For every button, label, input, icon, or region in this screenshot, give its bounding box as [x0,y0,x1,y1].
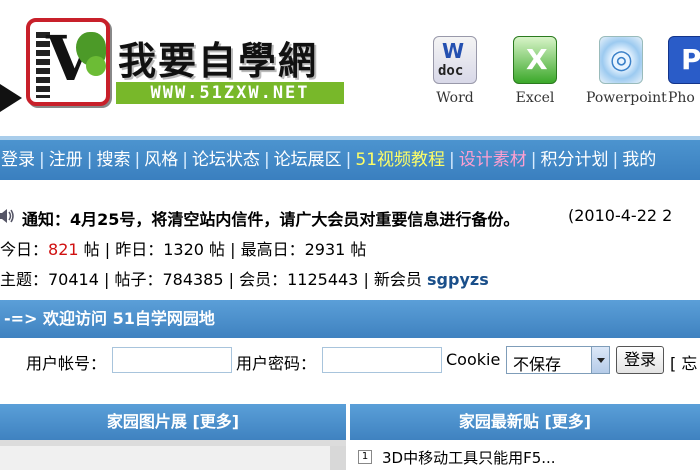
scrollbar[interactable] [330,446,346,470]
stats-today-value: 821 [48,240,79,259]
excel-icon [513,36,557,84]
nav-forum-showcase[interactable]: 论坛展区 [273,140,343,180]
nav-forum-status[interactable]: 论坛状态 [191,140,261,180]
post-title-link[interactable]: 3D中移动工具只能用F5... [382,447,556,468]
nav-register[interactable]: 注册 [48,140,84,180]
app-label-word: Word [436,90,474,106]
nav-search[interactable]: 搜索 [95,140,131,180]
nav-login[interactable]: 登录 [0,140,36,180]
site-url: WWW.51ZXW.NET [116,82,344,104]
site-header: V 我要自學網 WWW.51ZXW.NET Word Excel Powerpo… [0,0,700,136]
nav-style[interactable]: 风格 [143,140,179,180]
notice-bar: 通知：4月25号，将清空站内信件，请广大会员对重要信息进行备份。 (2010-4… [0,204,700,230]
nav-separator: | [449,150,455,170]
powerpoint-icon [599,36,643,84]
stats-totals-line: 主题：70414 | 帖子：784385 | 会员：1125443 | 新会员 … [0,266,489,290]
stats-totals-text: 主题：70414 | 帖子：784385 | 会员：1125443 | 新会员 [0,270,428,289]
app-link-word[interactable]: Word [420,36,490,106]
welcome-bar: -=> 欢迎访问 51自学网园地 [0,300,700,338]
nav-separator: | [345,150,352,170]
password-input[interactable] [322,347,442,373]
main-nav: 登录 | 注册 | 搜索 | 风格 | 论坛状态 | 论坛展区 | 51视频教程 | 设计素材 | 积分计划 | 我… [0,136,700,180]
app-link-powerpoint[interactable]: Powerpoint [586,36,667,106]
stats-today-label: 今日： [0,240,49,259]
login-button[interactable]: 登录 [616,346,664,374]
nav-points-plan[interactable]: 积分计划 [540,140,610,180]
chevron-down-icon[interactable] [591,347,609,373]
photo-gallery-header[interactable]: 家园图片展 [更多] [0,404,346,440]
site-title: 我要自學網 [118,39,319,83]
nav-separator: | [134,150,141,170]
account-label: 用户帐号： [26,354,107,373]
site-logo[interactable]: V 我要自學網 WWW.51ZXW.NET [0,18,360,118]
app-label-powerpoint: Powerpoint [586,90,667,106]
login-form: 用户帐号： 用户密码： Cookie 不保存 登录 [ 忘 [0,338,700,382]
nav-separator: | [263,150,270,170]
nav-separator: | [612,150,619,170]
list-item[interactable]: 1 3D中移动工具只能用F5... [350,446,700,470]
app-label-excel: Excel [515,90,555,106]
nav-design-materials[interactable]: 设计素材 [458,140,528,180]
word-doc-icon [433,36,477,84]
photo-gallery-panel [0,440,346,470]
speaker-icon [0,209,14,223]
nav-separator: | [39,150,45,170]
nav-separator: | [530,150,537,170]
nav-separator: | [86,150,93,170]
cookie-label: Cookie [446,350,501,369]
post-index-badge: 1 [358,450,372,464]
photoshop-icon [668,36,700,84]
notice-date: (2010-4-22 2 [568,206,673,225]
notice-text[interactable]: 通知：4月25号，将清空站内信件，请广大会员对重要信息进行备份。 [22,206,519,230]
password-label: 用户密码： [236,354,317,373]
logo-badge-icon: V [26,18,110,106]
app-link-excel[interactable]: Excel [500,36,570,106]
nav-separator: | [182,150,188,170]
stats-today-line: 今日：821 帖 | 昨日：1320 帖 | 最高日：2931 帖 [0,236,366,260]
app-label-photoshop: Pho [668,90,695,106]
stats-today-rest: 帖 | 昨日：1320 帖 | 最高日：2931 帖 [78,240,367,259]
latest-posts-header[interactable]: 家园最新贴 [更多] [350,404,700,440]
account-input[interactable] [112,347,232,373]
newest-member-link[interactable]: sgpyzs [427,270,489,289]
app-link-photoshop[interactable]: Pho [668,36,700,106]
logo-arrow-icon [0,84,22,112]
cookie-select[interactable]: 不保存 [506,346,610,374]
nav-video-tutorials[interactable]: 51视频教程 [354,140,446,180]
cookie-select-value: 不保存 [513,355,562,374]
forgot-password-link[interactable]: [ 忘 [670,350,697,374]
nav-my[interactable]: 我的 [621,140,657,180]
